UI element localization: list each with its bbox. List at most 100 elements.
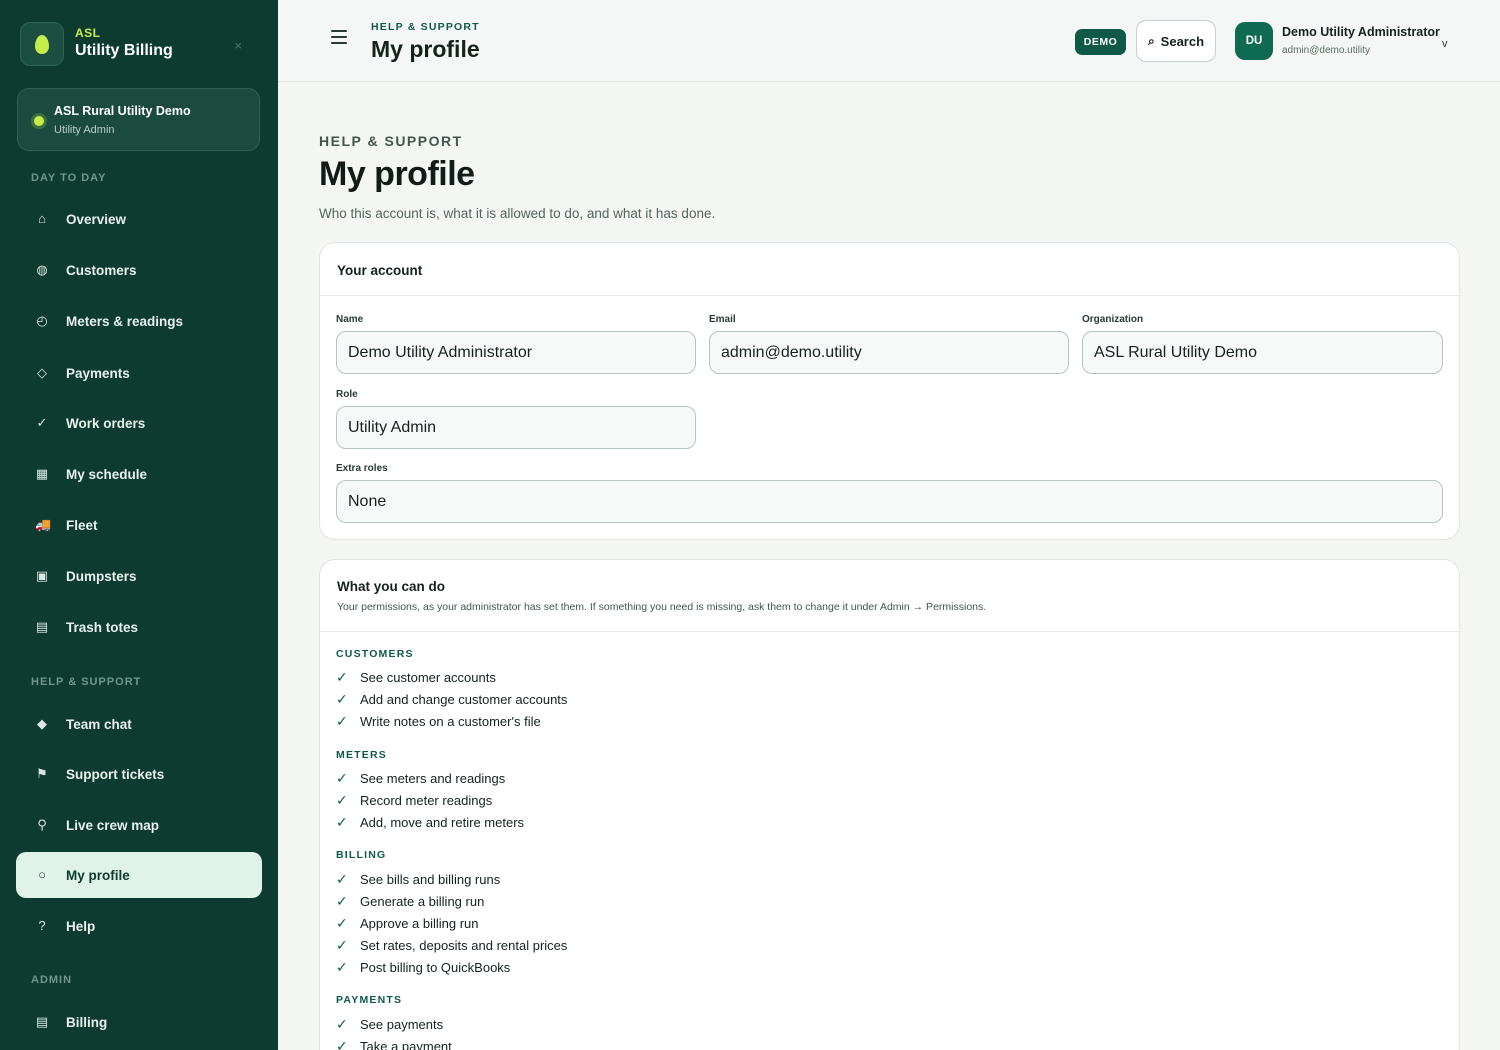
truck-icon: 🚚 [35, 517, 52, 532]
map-pin-icon: ⚲ [37, 817, 47, 832]
check-icon: ✓ [336, 914, 348, 931]
sidebar-item-label: Overview [66, 211, 127, 227]
page-eyebrow: HELP & SUPPORT [319, 133, 463, 149]
check-icon: ✓ [336, 892, 348, 909]
brand-small-label: ASL [75, 26, 101, 40]
sidebar-item-label: Team chat [66, 716, 132, 732]
water-drop-logo-icon [20, 22, 64, 66]
permissions-card: What you can do Your permissions, as you… [319, 559, 1460, 1050]
sidebar-item-live-crew-map[interactable]: ⚲ Live crew map [16, 802, 262, 848]
sidebar-item-team-chat[interactable]: ◆ Team chat [16, 701, 262, 747]
permission-item: ✓ Set rates, deposits and rental prices [336, 936, 567, 954]
customers-icon: ◍ [36, 262, 48, 277]
topbar-breadcrumb: HELP & SUPPORT [371, 21, 480, 33]
gauge-icon: ◴ [36, 313, 48, 328]
sidebar-item-payments[interactable]: ◇ Payments [16, 350, 262, 396]
permission-label: See payments [360, 1016, 444, 1032]
search-icon: ⌕ [1147, 33, 1155, 48]
org-role: Utility Admin [54, 124, 115, 136]
close-icon[interactable]: × [234, 38, 242, 53]
sidebar-item-label: Support tickets [66, 766, 165, 782]
chevron-down-icon[interactable]: v [1442, 38, 1448, 50]
sidebar-item-label: Trash totes [66, 619, 139, 635]
permission-item: ✓ Add, move and retire meters [336, 813, 524, 831]
permission-item: ✓ Approve a billing run [336, 914, 479, 932]
check-icon: ✓ [36, 415, 48, 430]
payments-icon: ◇ [37, 365, 47, 380]
permissions-description: Your permissions, as your administrator … [337, 601, 987, 613]
sidebar-item-billing[interactable]: ▤ Billing [16, 999, 262, 1045]
extra-roles-field[interactable] [336, 480, 1443, 523]
status-dot-icon [34, 116, 44, 126]
email-field[interactable] [709, 331, 1069, 374]
sidebar-item-label: My schedule [66, 466, 148, 482]
permission-item: ✓ Record meter readings [336, 791, 492, 809]
brand: ASL Utility Billing × [20, 22, 260, 66]
org-switcher[interactable]: ASL Rural Utility Demo Utility Admin [17, 88, 260, 151]
sidebar-item-help[interactable]: ? Help [16, 903, 262, 949]
sidebar-item-trash-totes[interactable]: ▤ Trash totes [16, 604, 262, 650]
permission-group-title-meters: METERS [336, 749, 387, 761]
sidebar-item-work-orders[interactable]: ✓ Work orders [16, 400, 262, 446]
sidebar-item-my-schedule[interactable]: ▦ My schedule [16, 451, 262, 497]
chat-icon: ◆ [37, 716, 47, 731]
flag-icon: ⚑ [36, 766, 48, 781]
permission-label: See customer accounts [360, 669, 496, 685]
permission-item: ✓ Write notes on a customer's file [336, 712, 541, 730]
menu-icon[interactable] [331, 30, 347, 48]
org-name: ASL Rural Utility Demo [54, 104, 191, 118]
profile-icon: ○ [38, 867, 46, 882]
sidebar-item-dumpsters[interactable]: ▣ Dumpsters [16, 553, 262, 599]
sidebar-item-label: Dumpsters [66, 568, 137, 584]
permission-label: Take a payment [360, 1038, 452, 1050]
permission-label: Set rates, deposits and rental prices [360, 937, 568, 953]
user-name[interactable]: Demo Utility Administrator [1282, 25, 1440, 39]
sidebar: ASL Utility Billing × ASL Rural Utility … [0, 0, 278, 1050]
permission-label: Approve a billing run [360, 915, 479, 931]
sidebar-item-meters-readings[interactable]: ◴ Meters & readings [16, 298, 262, 344]
permission-item: ✓ Add and change customer accounts [336, 690, 567, 708]
user-email: admin@demo.utility [1282, 45, 1370, 56]
sidebar-item-label: Help [66, 918, 96, 934]
page-title: My profile [319, 155, 475, 193]
brand-title: Utility Billing [75, 42, 173, 59]
billing-icon: ▤ [35, 1014, 49, 1029]
avatar[interactable]: DU [1235, 22, 1273, 60]
check-icon: ✓ [336, 936, 348, 953]
check-icon: ✓ [336, 690, 348, 707]
check-icon: ✓ [336, 668, 348, 685]
permission-group-title-billing: BILLING [336, 849, 387, 861]
sidebar-item-overview[interactable]: ⌂ Overview [16, 196, 262, 242]
permission-label: Write notes on a customer's file [360, 713, 541, 729]
account-card-title: Your account [337, 263, 423, 278]
name-field[interactable] [336, 331, 696, 374]
sidebar-item-label: Work orders [66, 415, 146, 431]
permission-label: See meters and readings [360, 770, 506, 786]
permission-label: See bills and billing runs [360, 871, 501, 887]
permission-group-title-customers: CUSTOMERS [336, 648, 414, 660]
permission-label: Record meter readings [360, 792, 493, 808]
demo-badge: DEMO [1075, 29, 1126, 55]
dumpster-icon: ▣ [35, 568, 49, 583]
sidebar-item-label: Fleet [66, 517, 98, 533]
page-subtitle: Who this account is, what it is allowed … [319, 206, 716, 221]
sidebar-item-fleet[interactable]: 🚚 Fleet [16, 502, 262, 548]
role-field[interactable] [336, 406, 696, 449]
home-icon: ⌂ [38, 211, 46, 226]
sidebar-item-support-tickets[interactable]: ⚑ Support tickets [16, 751, 262, 797]
sidebar-item-customers[interactable]: ◍ Customers [16, 247, 262, 293]
search-button[interactable]: ⌕ Search [1136, 20, 1216, 62]
permission-item: ✓ See bills and billing runs [336, 870, 500, 888]
permission-item: ✓ Generate a billing run [336, 892, 484, 910]
organization-field[interactable] [1082, 331, 1443, 374]
account-card: Your account Name Email Organization Rol… [319, 242, 1460, 540]
check-icon: ✓ [336, 712, 348, 729]
check-icon: ✓ [336, 1015, 348, 1032]
topbar: HELP & SUPPORT My profile DEMO ⌕ Search … [278, 0, 1500, 82]
check-icon: ✓ [336, 958, 348, 975]
sidebar-item-my-profile[interactable]: ○ My profile [16, 852, 262, 898]
account-card-header: Your account [320, 243, 1459, 296]
topbar-title: My profile [371, 36, 480, 62]
section-label-admin: ADMIN [31, 974, 73, 986]
permissions-card-header: What you can do Your permissions, as you… [320, 560, 1459, 632]
